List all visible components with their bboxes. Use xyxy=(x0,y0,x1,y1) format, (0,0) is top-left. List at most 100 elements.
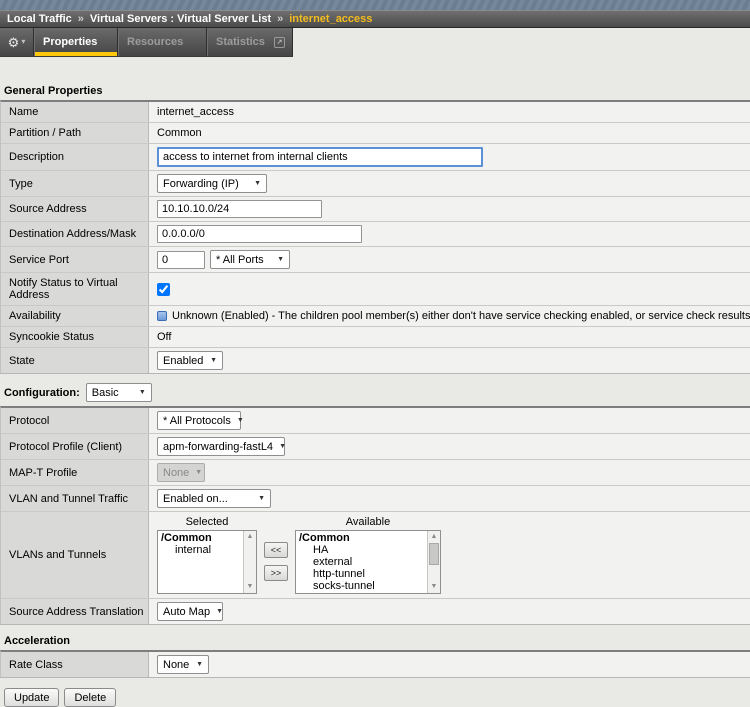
protocol-select[interactable]: * All Protocols ▼ xyxy=(157,411,241,430)
type-label: Type xyxy=(1,171,149,196)
dropdown-arrow-icon: ▼ xyxy=(196,661,203,668)
tab-statistics-label: Statistics xyxy=(216,36,265,48)
tab-properties-label: Properties xyxy=(43,36,97,48)
options-gear-button[interactable]: ⚙ ▾ xyxy=(0,28,34,56)
move-to-selected-button[interactable]: << xyxy=(264,542,288,558)
name-label: Name xyxy=(1,102,149,122)
list-item[interactable]: external xyxy=(299,556,440,568)
rate-class-select[interactable]: None ▼ xyxy=(157,655,209,674)
scroll-up-icon[interactable]: ▲ xyxy=(244,531,256,543)
source-address-translation-select[interactable]: Auto Map ▼ xyxy=(157,602,223,621)
source-address-input[interactable] xyxy=(157,200,322,218)
table-row: Syncookie Status Off xyxy=(1,327,750,348)
dropdown-arrow-icon: ▼ xyxy=(210,357,217,364)
update-button[interactable]: Update xyxy=(4,688,59,707)
section-title-acceleration: Acceleration xyxy=(4,635,750,647)
description-input[interactable] xyxy=(157,147,483,167)
configuration-label: Configuration: xyxy=(4,387,80,399)
table-row: Notify Status to Virtual Address xyxy=(1,273,750,306)
scroll-up-icon[interactable]: ▲ xyxy=(428,531,440,543)
breadcrumb-separator: » xyxy=(78,13,84,25)
table-row: Name internet_access xyxy=(1,102,750,123)
notify-status-checkbox[interactable] xyxy=(157,283,170,296)
breadcrumb: Local Traffic » Virtual Servers : Virtua… xyxy=(0,10,750,28)
available-list-title: Available xyxy=(295,516,441,530)
partition-path-label: Partition / Path xyxy=(1,123,149,143)
table-row: State Enabled ▼ xyxy=(1,348,750,373)
scrollbar[interactable]: ▲ ▼ xyxy=(243,531,256,593)
move-to-available-button[interactable]: >> xyxy=(264,565,288,581)
dropdown-arrow-icon: ▼ xyxy=(254,180,261,187)
destination-address-label: Destination Address/Mask xyxy=(1,222,149,246)
dropdown-arrow-icon: ▼ xyxy=(216,608,223,615)
list-item[interactable]: /Common xyxy=(299,532,440,544)
banner-stripes xyxy=(0,0,750,10)
source-address-translation-label: Source Address Translation xyxy=(1,599,149,624)
selected-list-title: Selected xyxy=(157,516,257,530)
dropdown-arrow-icon: ▼ xyxy=(139,389,146,396)
dropdown-arrow-icon: ▼ xyxy=(277,256,284,263)
table-row: Partition / Path Common xyxy=(1,123,750,144)
configuration-mode-select[interactable]: Basic ▼ xyxy=(86,383,152,402)
notify-status-label: Notify Status to Virtual Address xyxy=(1,273,149,305)
list-item[interactable]: /Common xyxy=(161,532,256,544)
table-row: MAP-T Profile None ▼ xyxy=(1,460,750,486)
description-label: Description xyxy=(1,144,149,170)
type-select[interactable]: Forwarding (IP) ▼ xyxy=(157,174,267,193)
mapt-profile-select: None ▼ xyxy=(157,463,205,482)
table-row: Protocol Profile (Client) apm-forwarding… xyxy=(1,434,750,460)
table-row: VLAN and Tunnel Traffic Enabled on... ▼ xyxy=(1,486,750,512)
list-item[interactable]: socks-tunnel xyxy=(299,580,440,592)
breadcrumb-local-traffic[interactable]: Local Traffic xyxy=(7,13,72,25)
tab-properties[interactable]: Properties xyxy=(34,28,118,56)
table-row: Source Address Translation Auto Map ▼ xyxy=(1,599,750,624)
table-row: Type Forwarding (IP) ▼ xyxy=(1,171,750,197)
vlans-and-tunnels-label: VLANs and Tunnels xyxy=(1,512,149,598)
list-item[interactable]: internal xyxy=(161,544,256,556)
chevron-down-icon: ▾ xyxy=(21,38,25,46)
tab-resources-label: Resources xyxy=(127,36,183,48)
delete-button[interactable]: Delete xyxy=(64,688,116,707)
table-row: Description xyxy=(1,144,750,171)
scroll-down-icon[interactable]: ▼ xyxy=(428,581,440,593)
tab-bar: ⚙ ▾ Properties Resources Statistics ↗ xyxy=(0,28,293,57)
status-unknown-icon xyxy=(157,311,167,321)
dropdown-arrow-icon: ▼ xyxy=(258,495,265,502)
vlan-tunnel-traffic-select[interactable]: Enabled on... ▼ xyxy=(157,489,271,508)
table-row: Service Port * All Ports ▼ xyxy=(1,247,750,273)
rate-class-label: Rate Class xyxy=(1,652,149,677)
dropdown-arrow-icon: ▼ xyxy=(195,469,202,476)
table-row: Destination Address/Mask xyxy=(1,222,750,247)
protocol-profile-client-select[interactable]: apm-forwarding-fastL4 ▼ xyxy=(157,437,285,456)
available-vlans-listbox[interactable]: /Common HA external http-tunnel socks-tu… xyxy=(295,530,441,594)
list-item[interactable]: HA xyxy=(299,544,440,556)
acceleration-table: Rate Class None ▼ xyxy=(0,650,750,678)
partition-path-value: Common xyxy=(149,123,750,143)
tab-resources[interactable]: Resources xyxy=(118,28,207,56)
availability-status-text: Unknown (Enabled) - The children pool me… xyxy=(172,310,750,322)
dropdown-arrow-icon: ▼ xyxy=(279,443,286,450)
configuration-table: Protocol * All Protocols ▼ Protocol Prof… xyxy=(0,406,750,625)
table-row: VLANs and Tunnels Selected /Common inter… xyxy=(1,512,750,599)
list-item[interactable]: http-tunnel xyxy=(299,568,440,580)
tab-statistics[interactable]: Statistics ↗ xyxy=(207,28,293,56)
scroll-down-icon[interactable]: ▼ xyxy=(244,581,256,593)
gear-icon: ⚙ xyxy=(8,36,20,49)
scrollbar[interactable]: ▲ ▼ xyxy=(427,531,440,593)
service-port-input[interactable] xyxy=(157,251,205,269)
general-properties-table: Name internet_access Partition / Path Co… xyxy=(0,100,750,374)
section-title-general-properties: General Properties xyxy=(4,85,750,97)
scrollbar-thumb[interactable] xyxy=(429,543,439,565)
table-row: Availability Unknown (Enabled) - The chi… xyxy=(1,306,750,327)
table-row: Source Address xyxy=(1,197,750,222)
state-select[interactable]: Enabled ▼ xyxy=(157,351,223,370)
name-value: internet_access xyxy=(149,102,750,122)
popup-window-icon[interactable]: ↗ xyxy=(274,37,285,48)
breadcrumb-current: internet_access xyxy=(289,13,372,25)
breadcrumb-virtual-server-list[interactable]: Virtual Servers : Virtual Server List xyxy=(90,13,271,25)
service-port-select[interactable]: * All Ports ▼ xyxy=(210,250,290,269)
selected-vlans-listbox[interactable]: /Common internal ▲ ▼ xyxy=(157,530,257,594)
destination-address-input[interactable] xyxy=(157,225,362,243)
protocol-label: Protocol xyxy=(1,408,149,433)
table-row: Rate Class None ▼ xyxy=(1,652,750,677)
